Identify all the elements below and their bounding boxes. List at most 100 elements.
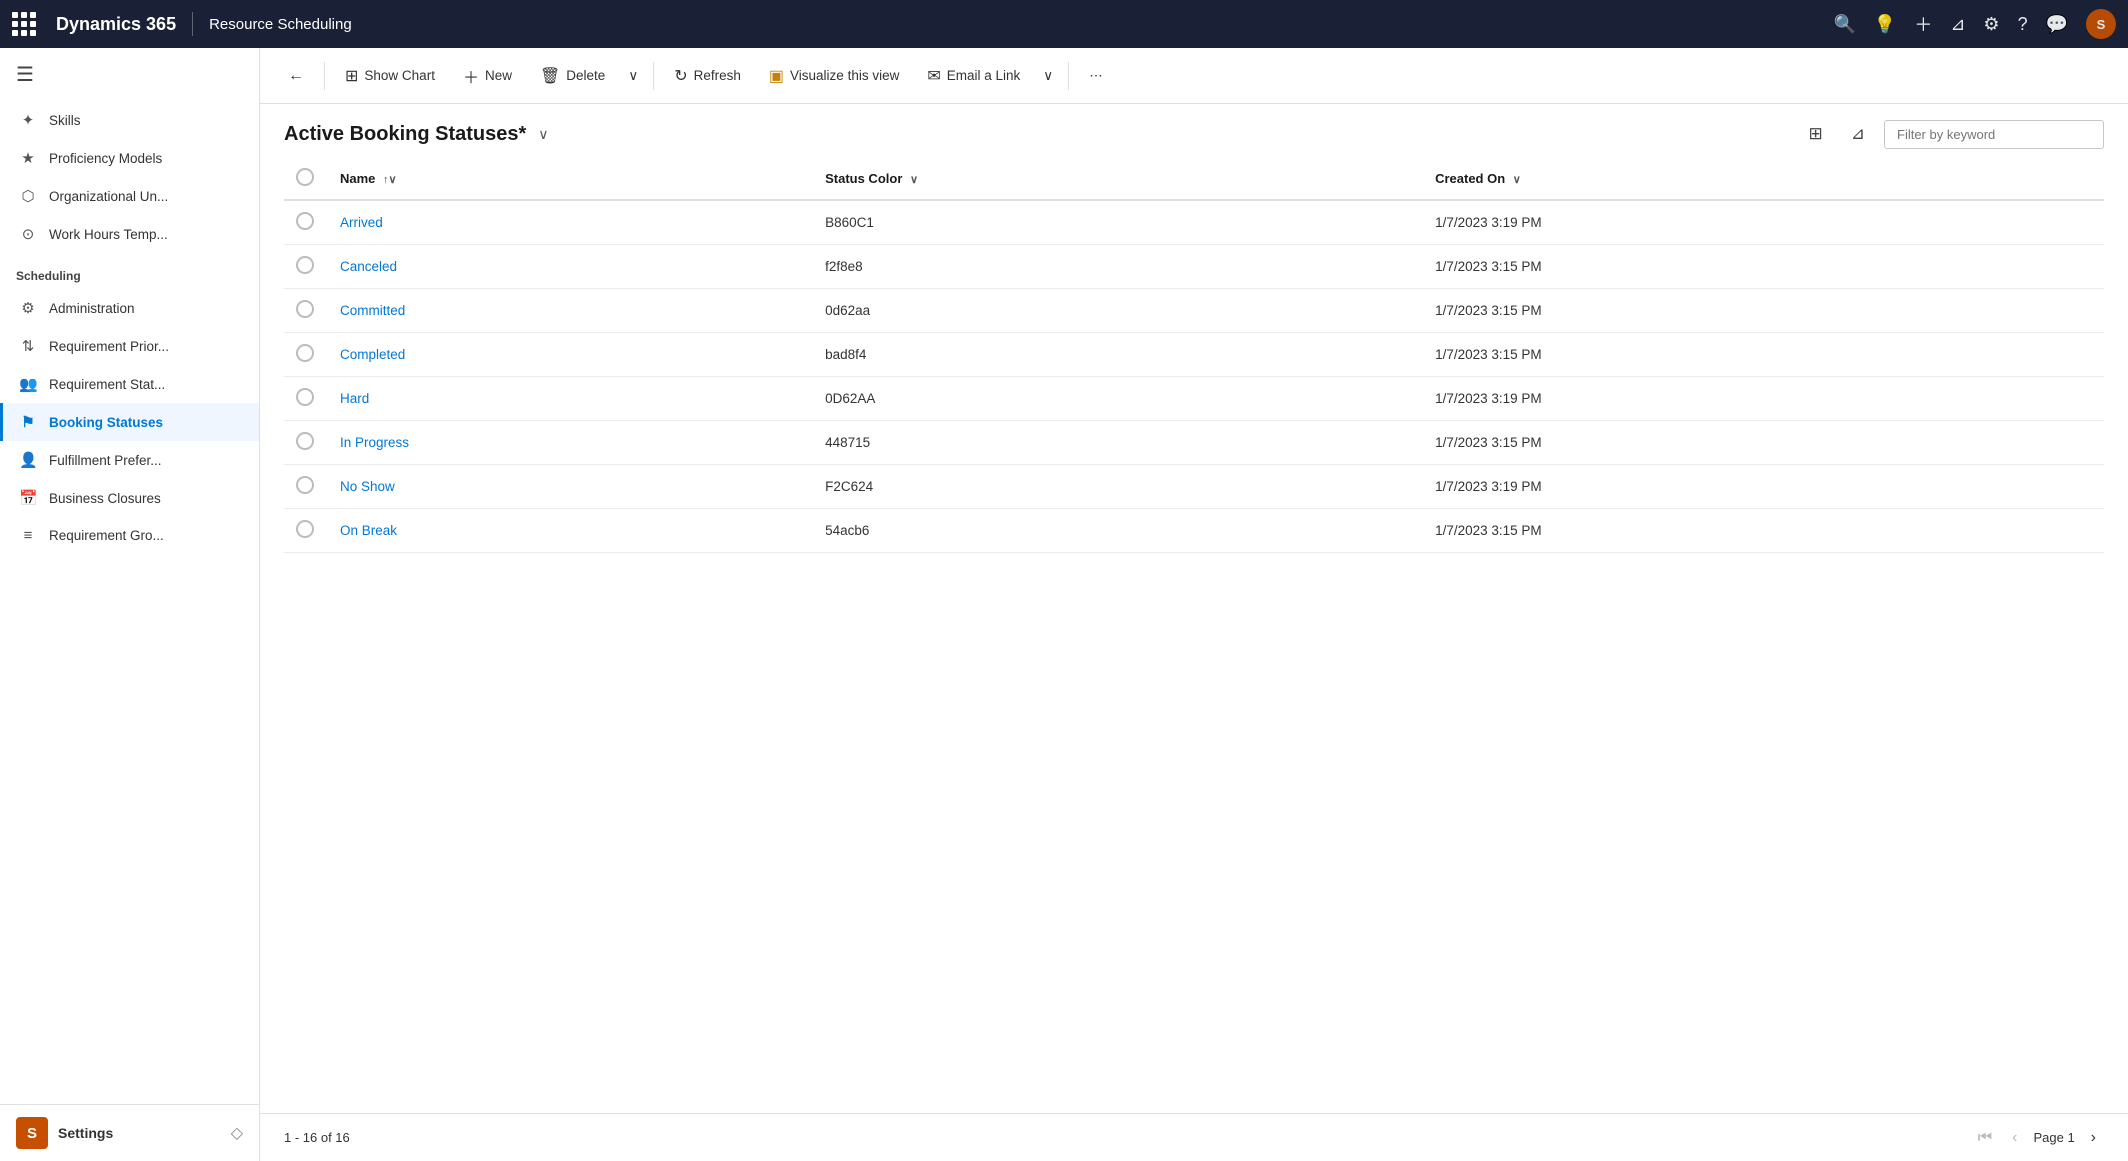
administration-icon: ⚙ <box>19 299 37 317</box>
skills-icon: ✦ <box>19 111 37 129</box>
refresh-button[interactable]: ↻ Refresh <box>662 60 753 92</box>
row-status-color-cell: F2C624 <box>813 465 1423 509</box>
help-icon[interactable]: ? <box>2018 14 2028 35</box>
status-color-sort-icon: ∨ <box>910 174 918 186</box>
toolbar: ← ⊞ Show Chart ＋ New 🗑 Delete ∨ ↻ Refres… <box>260 48 2128 104</box>
name-sort-icon: ↑∨ <box>383 174 397 186</box>
new-icon: ＋ <box>463 64 479 88</box>
row-name-cell[interactable]: No Show <box>328 465 813 509</box>
row-checkbox[interactable] <box>296 388 314 406</box>
row-checkbox-cell[interactable] <box>284 421 328 465</box>
sidebar-item-fulfillment-pref[interactable]: 👤 Fulfillment Prefer... <box>0 441 259 479</box>
table-body: Arrived B860C1 1/7/2023 3:19 PM Canceled… <box>284 200 2104 553</box>
sidebar-item-administration[interactable]: ⚙ Administration <box>0 289 259 327</box>
table-view-icon-btn[interactable]: ⊞ <box>1800 118 1832 150</box>
row-name-cell[interactable]: Completed <box>328 333 813 377</box>
row-status-color-cell: 0D62AA <box>813 377 1423 421</box>
sidebar-item-skills[interactable]: ✦ Skills <box>0 101 259 139</box>
show-chart-button[interactable]: ⊞ Show Chart <box>333 60 447 92</box>
row-checkbox-cell[interactable] <box>284 200 328 245</box>
row-name-cell[interactable]: In Progress <box>328 421 813 465</box>
row-checkbox-cell[interactable] <box>284 377 328 421</box>
toolbar-divider-3 <box>1068 62 1069 90</box>
row-status-color-cell: f2f8e8 <box>813 245 1423 289</box>
chart-icon: ⊞ <box>345 66 358 86</box>
row-name-cell[interactable]: Canceled <box>328 245 813 289</box>
email-link-button[interactable]: ✉ Email a Link <box>915 60 1032 92</box>
row-checkbox-cell[interactable] <box>284 245 328 289</box>
more-options-button[interactable]: ⋯ <box>1077 62 1115 90</box>
booking-statuses-table: Name ↑∨ Status Color ∨ Created On ∨ <box>284 158 2104 553</box>
email-dropdown-button[interactable]: ∨ <box>1036 62 1060 90</box>
sidebar-item-booking-statuses[interactable]: ⚑ Booking Statuses <box>0 403 259 441</box>
row-checkbox[interactable] <box>296 432 314 450</box>
row-checkbox[interactable] <box>296 476 314 494</box>
row-checkbox[interactable] <box>296 344 314 362</box>
sidebar-item-org-units[interactable]: ⬡ Organizational Un... <box>0 177 259 215</box>
row-checkbox[interactable] <box>296 256 314 274</box>
visualize-button[interactable]: ▣ Visualize this view <box>757 60 911 92</box>
header-checkbox[interactable] <box>296 168 314 186</box>
row-created-on-cell: 1/7/2023 3:15 PM <box>1423 245 2104 289</box>
sidebar-label-fulfillment-pref: Fulfillment Prefer... <box>49 453 162 468</box>
row-name-cell[interactable]: On Break <box>328 509 813 553</box>
row-checkbox-cell[interactable] <box>284 333 328 377</box>
col-header-name[interactable]: Name ↑∨ <box>328 158 813 200</box>
lightbulb-icon[interactable]: 💡 <box>1874 14 1896 35</box>
sidebar-label-req-groups: Requirement Gro... <box>49 528 164 543</box>
row-checkbox-cell[interactable] <box>284 509 328 553</box>
org-units-icon: ⬡ <box>19 187 37 205</box>
sidebar-main-items: ✦ Skills ★ Proficiency Models ⬡ Organiza… <box>0 101 259 253</box>
sidebar-label-org-units: Organizational Un... <box>49 189 168 204</box>
row-checkbox-cell[interactable] <box>284 465 328 509</box>
delete-dropdown-button[interactable]: ∨ <box>621 62 645 90</box>
sidebar-item-req-priorities[interactable]: ⇅ Requirement Prior... <box>0 327 259 365</box>
row-name-cell[interactable]: Arrived <box>328 200 813 245</box>
search-icon[interactable]: 🔍 <box>1833 14 1855 35</box>
filter-icon[interactable]: ⊿ <box>1950 14 1965 35</box>
work-hours-icon: ⊙ <box>19 225 37 243</box>
sidebar-item-proficiency[interactable]: ★ Proficiency Models <box>0 139 259 177</box>
new-button[interactable]: ＋ New <box>451 58 524 94</box>
user-avatar-icon[interactable]: S <box>2086 9 2116 39</box>
table-row: On Break 54acb6 1/7/2023 3:15 PM <box>284 509 2104 553</box>
grid-icon[interactable] <box>12 12 36 36</box>
col-header-status-color[interactable]: Status Color ∨ <box>813 158 1423 200</box>
sidebar-label-req-priorities: Requirement Prior... <box>49 339 169 354</box>
diamond-icon: ◇ <box>231 1123 243 1143</box>
req-statuses-icon: 👥 <box>19 375 37 393</box>
sidebar-item-work-hours[interactable]: ⊙ Work Hours Temp... <box>0 215 259 253</box>
row-checkbox-cell[interactable] <box>284 289 328 333</box>
next-page-button[interactable]: › <box>2083 1125 2104 1151</box>
view-title-caret[interactable]: ∨ <box>538 126 548 143</box>
chat-icon[interactable]: 💬 <box>2046 14 2068 35</box>
row-name-cell[interactable]: Committed <box>328 289 813 333</box>
row-checkbox[interactable] <box>296 520 314 538</box>
scheduling-section-label: Scheduling <box>0 253 259 289</box>
hamburger-icon[interactable]: ☰ <box>16 64 34 86</box>
back-button[interactable]: ← <box>276 61 316 91</box>
prev-page-button[interactable]: ‹ <box>2004 1125 2025 1151</box>
sidebar-item-req-groups[interactable]: ≡ Requirement Gro... <box>0 517 259 554</box>
back-icon: ← <box>288 67 304 85</box>
filter-view-icon-btn[interactable]: ⊿ <box>1842 118 1874 150</box>
row-created-on-cell: 1/7/2023 3:15 PM <box>1423 509 2104 553</box>
first-page-button[interactable]: ⏮ <box>1970 1125 2000 1151</box>
settings-icon[interactable]: ⚙ <box>1983 14 1999 35</box>
table-header-row: Name ↑∨ Status Color ∨ Created On ∨ <box>284 158 2104 200</box>
sidebar-item-req-statuses[interactable]: 👥 Requirement Stat... <box>0 365 259 403</box>
refresh-icon: ↻ <box>674 66 687 86</box>
dropdown-arrow-icon: ∨ <box>628 68 638 84</box>
filter-input[interactable] <box>1884 120 2104 149</box>
col-header-created-on[interactable]: Created On ∨ <box>1423 158 2104 200</box>
row-checkbox[interactable] <box>296 300 314 318</box>
col-checkbox[interactable] <box>284 158 328 200</box>
row-name-cell[interactable]: Hard <box>328 377 813 421</box>
row-checkbox[interactable] <box>296 212 314 230</box>
sidebar-item-business-closures[interactable]: 📅 Business Closures <box>0 479 259 517</box>
col-name-label: Name <box>340 171 375 186</box>
add-icon[interactable]: ＋ <box>1914 11 1932 37</box>
delete-button[interactable]: 🗑 Delete <box>528 60 617 92</box>
sidebar-label-req-statuses: Requirement Stat... <box>49 377 165 392</box>
toolbar-divider-1 <box>324 62 325 90</box>
